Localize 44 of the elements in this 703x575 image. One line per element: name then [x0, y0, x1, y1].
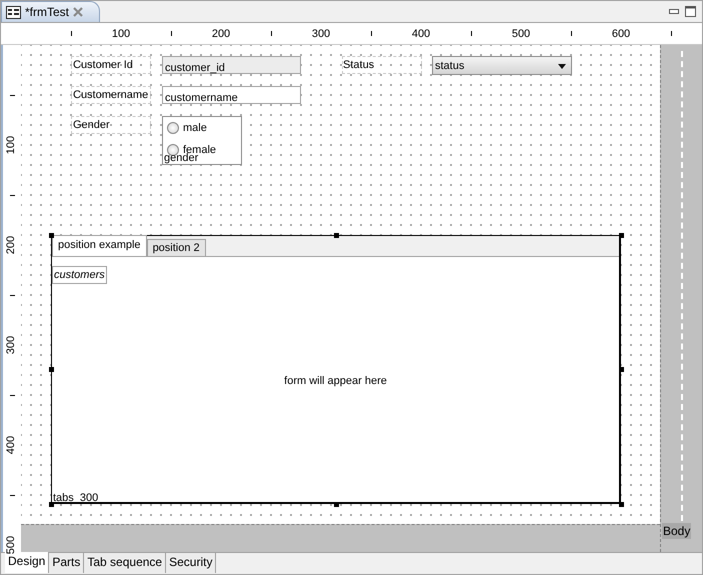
part-label: Body — [662, 523, 692, 539]
panel-tab[interactable]: position 2 — [146, 239, 206, 256]
ruler-label: 500 — [512, 27, 530, 42]
form-icon — [6, 6, 21, 18]
radio-label: male — [183, 120, 207, 136]
minimize-icon[interactable] — [669, 9, 679, 14]
editor-page-tab[interactable]: Security — [166, 553, 216, 573]
selection-handle[interactable] — [334, 233, 339, 238]
selection-handle[interactable] — [334, 502, 339, 507]
ruler-label: 100 — [4, 134, 18, 156]
field-label: Customername — [71, 86, 151, 104]
editor-tab[interactable]: *frmTest — [1, 1, 100, 22]
text-field[interactable]: customer_id — [162, 56, 301, 74]
status-dropdown[interactable]: status — [432, 56, 572, 75]
tab-panel-name: tabs_300 — [53, 492, 98, 504]
text-field[interactable]: customername — [162, 86, 301, 104]
selection-handle[interactable] — [619, 233, 624, 238]
selection-handle[interactable] — [49, 367, 54, 372]
field-label: Status — [342, 56, 422, 74]
ruler-label: 300 — [4, 334, 18, 356]
panel-tab[interactable]: position example — [52, 235, 147, 256]
selection-handle[interactable] — [49, 233, 54, 238]
tab-title: *frmTest — [25, 4, 70, 21]
ruler-label: 300 — [312, 27, 330, 42]
form-label: customers — [52, 266, 107, 284]
dropdown-arrow-icon — [558, 64, 566, 69]
close-icon[interactable] — [73, 7, 84, 17]
field-label: Gender — [71, 116, 151, 134]
ruler-label: 400 — [4, 434, 18, 456]
ruler-label: 100 — [112, 27, 130, 42]
ruler-label: 200 — [212, 27, 230, 42]
selection-handle[interactable] — [49, 502, 54, 507]
radio-button[interactable] — [167, 122, 179, 134]
ruler-label: 600 — [612, 27, 630, 42]
ruler-label: 200 — [4, 234, 18, 256]
maximize-icon[interactable] — [685, 6, 696, 17]
editor-page-tab[interactable]: Parts — [49, 553, 84, 573]
placeholder-text: form will appear here — [283, 374, 388, 389]
ruler-label: 400 — [412, 27, 430, 42]
field-label: Customer Id — [71, 56, 151, 74]
editor-page-tab[interactable]: Tab sequence — [84, 553, 166, 573]
radio-group-name: gender — [164, 152, 198, 164]
selection-handle[interactable] — [619, 502, 624, 507]
selection-handle[interactable] — [619, 367, 624, 372]
